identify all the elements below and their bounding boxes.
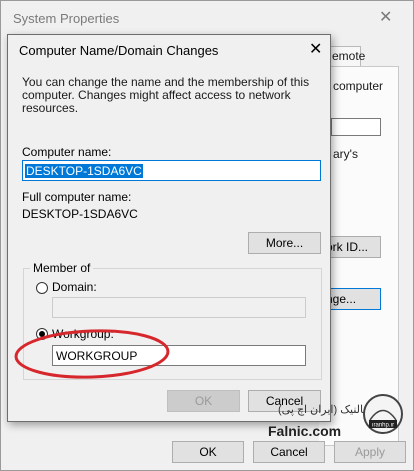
back-ok-button[interactable]: OK: [172, 441, 244, 463]
dialog-title: Computer Name/Domain Changes: [19, 43, 219, 58]
workgroup-input[interactable]: WORKGROUP: [52, 345, 306, 366]
system-properties-title: System Properties: [13, 11, 120, 26]
full-computer-name-label: Full computer name:: [22, 190, 132, 204]
more-button[interactable]: More...: [248, 232, 321, 254]
ok-button-label: OK: [194, 394, 213, 408]
network-id-label: ork ID...: [326, 240, 369, 254]
logo-icon: ıranhp.ır: [363, 394, 403, 434]
back-cancel-button[interactable]: Cancel: [253, 441, 325, 463]
domain-input[interactable]: [52, 297, 306, 318]
change-button[interactable]: nge...: [323, 288, 381, 310]
ok-button[interactable]: OK: [167, 390, 240, 412]
watermark-brand: Falnic.com: [268, 423, 342, 439]
more-button-label: More...: [265, 236, 304, 250]
computer-name-dialog: Computer Name/Domain Changes ✕ You can c…: [7, 34, 331, 422]
back-apply-label: Apply: [354, 445, 386, 459]
back-text-computer: computer: [333, 79, 384, 93]
tab-remote-label: emote: [332, 49, 366, 63]
domain-label[interactable]: Domain:: [52, 280, 97, 294]
watermark-persian-text: فالنیک (ایران اچ پی): [278, 404, 369, 416]
back-cancel-label: Cancel: [270, 445, 308, 459]
intro-line-2: computer. Changes might affect access to…: [22, 88, 291, 115]
workgroup-radio[interactable]: [36, 328, 48, 340]
domain-radio[interactable]: [36, 282, 48, 294]
intro-text: You can change the name and the membersh…: [22, 76, 322, 115]
back-apply-button[interactable]: Apply: [334, 441, 406, 463]
network-id-button[interactable]: ork ID...: [323, 236, 381, 258]
computer-name-label: Computer name:: [22, 145, 112, 159]
radio-selected-dot: [39, 331, 45, 337]
computer-name-value: DESKTOP-1SDA6VC: [25, 164, 143, 178]
close-icon[interactable]: ✕: [379, 7, 392, 27]
member-of-label: Member of: [30, 261, 94, 275]
workgroup-value: WORKGROUP: [56, 349, 138, 363]
computer-name-input[interactable]: DESKTOP-1SDA6VC: [22, 160, 321, 181]
back-text-ary: ary's: [333, 147, 358, 161]
workgroup-label[interactable]: Workgroup:: [52, 327, 114, 341]
back-description-input[interactable]: [331, 118, 381, 136]
logo-text: ıranhp.ır: [372, 423, 394, 429]
close-icon[interactable]: ✕: [309, 39, 322, 59]
full-computer-name-value: DESKTOP-1SDA6VC: [22, 207, 138, 221]
back-ok-label: OK: [199, 445, 217, 459]
